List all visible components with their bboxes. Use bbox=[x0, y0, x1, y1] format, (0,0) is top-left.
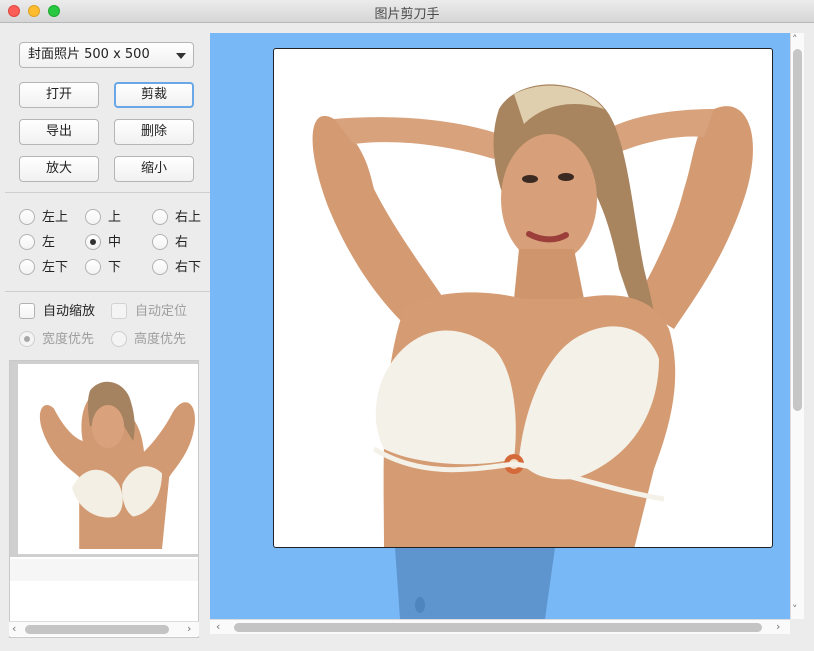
radio-label: 宽度优先 bbox=[42, 332, 95, 347]
window-title: 图片剪刀手 bbox=[374, 7, 440, 22]
crop-preset-select[interactable]: 封面照片 500 x 500 bbox=[19, 42, 194, 68]
anchor-label: 中 bbox=[108, 235, 122, 250]
anchor-label: 右下 bbox=[175, 260, 202, 275]
scroll-left-arrow-icon[interactable]: ‹ bbox=[216, 620, 220, 634]
radio-circle-selected bbox=[19, 331, 35, 347]
thumbnail-photo bbox=[39, 381, 195, 549]
radio-circle-selected bbox=[85, 234, 101, 250]
scrollbar-thumb[interactable] bbox=[234, 623, 762, 632]
anchor-label: 左上 bbox=[42, 210, 69, 225]
thumbnail-list[interactable] bbox=[9, 360, 199, 638]
radio-label: 高度优先 bbox=[134, 332, 187, 347]
scrollbar-thumb[interactable] bbox=[793, 49, 802, 411]
anchor-label: 右上 bbox=[175, 210, 202, 225]
window-titlebar: 图片剪刀手 bbox=[0, 0, 814, 23]
anchor-label: 下 bbox=[108, 260, 122, 275]
checkbox-box bbox=[111, 303, 127, 319]
radio-circle bbox=[111, 331, 127, 347]
thumbnail-horizontal-scrollbar[interactable]: ‹ › bbox=[9, 621, 199, 636]
figure-shape bbox=[39, 381, 195, 549]
radio-circle bbox=[85, 209, 101, 225]
thumbnail-image bbox=[18, 364, 198, 554]
crop-preset-value: 封面照片 500 x 500 bbox=[28, 47, 150, 62]
export-button[interactable]: 导出 bbox=[19, 119, 99, 145]
anchor-label: 右 bbox=[175, 235, 189, 250]
radio-circle bbox=[19, 209, 35, 225]
scroll-right-arrow-icon[interactable]: › bbox=[187, 622, 191, 636]
scroll-down-arrow-icon[interactable]: ˅ bbox=[792, 603, 798, 616]
radio-circle bbox=[19, 259, 35, 275]
scroll-right-arrow-icon[interactable]: › bbox=[776, 620, 780, 634]
scroll-left-arrow-icon[interactable]: ‹ bbox=[12, 622, 16, 636]
radio-circle bbox=[85, 259, 101, 275]
crop-frame[interactable] bbox=[273, 48, 773, 548]
radio-circle bbox=[152, 259, 168, 275]
scrollbar-thumb[interactable] bbox=[25, 625, 169, 634]
scroll-up-arrow-icon[interactable]: ˄ bbox=[792, 33, 798, 46]
zoom-in-button[interactable]: 放大 bbox=[19, 156, 99, 182]
checkbox-box bbox=[19, 303, 35, 319]
thumbnail-item-empty[interactable] bbox=[10, 559, 198, 581]
radio-circle bbox=[152, 234, 168, 250]
zoom-out-button[interactable]: 缩小 bbox=[114, 156, 194, 182]
open-button[interactable]: 打开 bbox=[19, 82, 99, 108]
radio-circle bbox=[19, 234, 35, 250]
anchor-label: 上 bbox=[108, 210, 122, 225]
checkbox-label: 自动定位 bbox=[135, 304, 188, 319]
chevron-down-icon bbox=[176, 53, 186, 59]
delete-button[interactable]: 删除 bbox=[114, 119, 194, 145]
thumbnail-item-selected[interactable] bbox=[10, 361, 198, 557]
divider bbox=[5, 291, 219, 292]
image-canvas[interactable] bbox=[210, 33, 790, 619]
canvas-horizontal-scrollbar[interactable]: ‹ › bbox=[210, 619, 790, 634]
anchor-label: 左 bbox=[42, 235, 56, 250]
control-panel: 封面照片 500 x 500 打开 剪裁 导出 删除 放大 缩小 左上 上 右上… bbox=[0, 23, 219, 651]
divider bbox=[5, 192, 219, 193]
anchor-label: 左下 bbox=[42, 260, 69, 275]
crop-button[interactable]: 剪裁 bbox=[114, 82, 194, 108]
radio-circle bbox=[152, 209, 168, 225]
checkbox-label: 自动缩放 bbox=[43, 304, 96, 319]
canvas-vertical-scrollbar[interactable]: ˄ ˅ bbox=[790, 33, 804, 619]
cropped-photo bbox=[312, 84, 753, 547]
window-edge bbox=[804, 23, 814, 651]
figure-shape bbox=[312, 84, 753, 547]
scrollbar-corner bbox=[790, 619, 804, 635]
